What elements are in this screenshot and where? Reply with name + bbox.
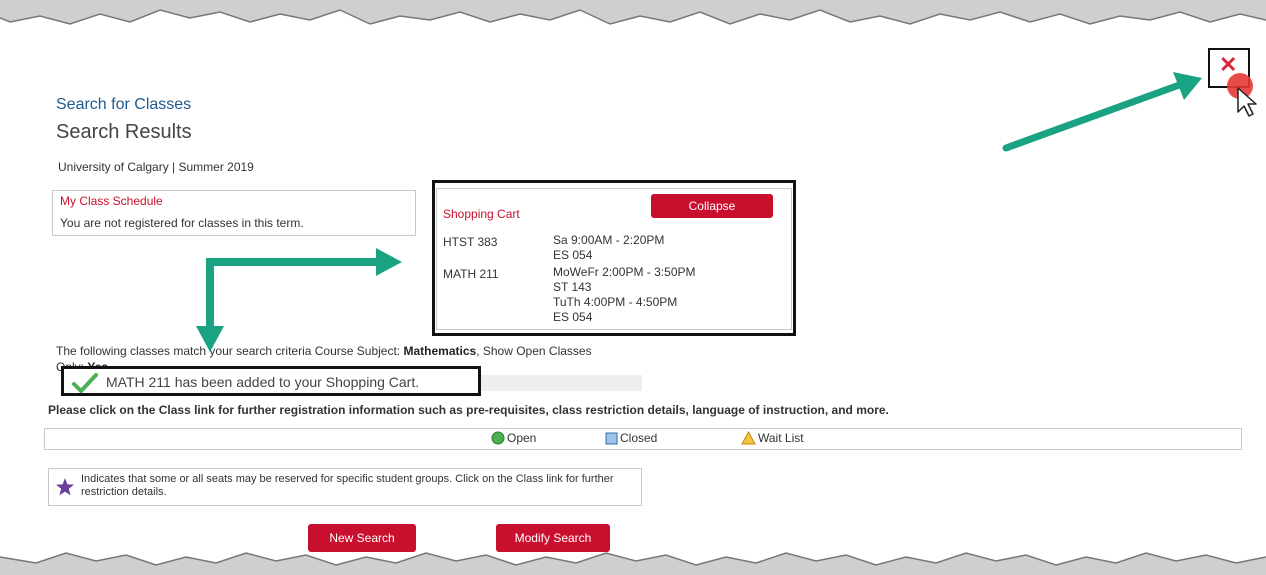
arrow-connector — [206, 258, 378, 330]
reserved-seats-note: Indicates that some or all seats may be … — [48, 468, 642, 506]
legend-waitlist: Wait List — [741, 431, 804, 445]
added-to-cart-message: MATH 211 has been added to your Shopping… — [61, 366, 481, 396]
collapse-button[interactable]: Collapse — [651, 194, 773, 218]
legend-closed-label: Closed — [620, 431, 658, 445]
schedule-line: ES 054 — [553, 248, 593, 262]
shopping-cart-panel: Shopping Cart Collapse HTST 383 Sa 9:00A… — [436, 188, 792, 330]
checkmark-icon — [72, 373, 98, 393]
new-search-button[interactable]: New Search — [308, 524, 416, 552]
message-bar-background — [470, 375, 642, 391]
arrow-to-close-button-head — [1173, 72, 1202, 100]
legend-waitlist-label: Wait List — [758, 431, 804, 445]
arrow-to-cart-head — [376, 248, 402, 276]
breadcrumb-search-for-classes[interactable]: Search for Classes — [56, 96, 191, 114]
status-legend: Open Closed Wait List — [44, 428, 1242, 450]
legend-closed: Closed — [605, 431, 657, 445]
cart-course-schedule: Sa 9:00AM - 2:20PM ES 054 — [553, 233, 664, 263]
criteria-prefix: The following classes match your search … — [56, 344, 404, 358]
legend-open-label: Open — [507, 431, 537, 445]
page-title: Search Results — [56, 121, 192, 143]
schedule-line: Sa 9:00AM - 2:20PM — [553, 233, 665, 247]
criteria-subject: Mathematics — [403, 344, 477, 358]
schedule-line: ES 054 — [553, 310, 593, 324]
cart-course-code: MATH 211 — [443, 267, 499, 281]
arrow-to-close-button — [1002, 80, 1186, 152]
cart-course-schedule: MoWeFr 2:00PM - 3:50PM ST 143 TuTh 4:00P… — [553, 265, 696, 325]
added-message-text: MATH 211 has been added to your Shopping… — [106, 374, 420, 390]
my-class-schedule-title[interactable]: My Class Schedule — [60, 194, 163, 208]
modify-search-button[interactable]: Modify Search — [496, 524, 610, 552]
schedule-line: ST 143 — [553, 280, 592, 294]
my-class-schedule-panel: My Class Schedule You are not registered… — [52, 190, 416, 236]
reserved-note-text: Indicates that some or all seats may be … — [81, 473, 614, 498]
legend-open: Open — [491, 431, 536, 445]
schedule-line: TuTh 4:00PM - 4:50PM — [553, 295, 678, 309]
schedule-line: MoWeFr 2:00PM - 3:50PM — [553, 265, 696, 279]
cart-course-code: HTST 383 — [443, 235, 498, 249]
shopping-cart-title[interactable]: Shopping Cart — [443, 207, 520, 221]
schedule-message: You are not registered for classes in th… — [60, 216, 304, 230]
torn-edge-top — [0, 0, 1266, 25]
mouse-cursor-icon — [1227, 73, 1257, 117]
reserved-star-icon — [56, 478, 74, 496]
criteria-middle: , Show Open Classes — [476, 344, 592, 358]
term-info: University of Calgary | Summer 2019 — [58, 160, 254, 174]
waitlist-triangle-icon — [741, 431, 756, 445]
torn-edge-bottom — [0, 552, 1266, 575]
closed-square-icon — [605, 432, 618, 444]
registration-info-text: Please click on the Class link for furth… — [48, 403, 889, 417]
open-circle-icon — [491, 431, 505, 445]
